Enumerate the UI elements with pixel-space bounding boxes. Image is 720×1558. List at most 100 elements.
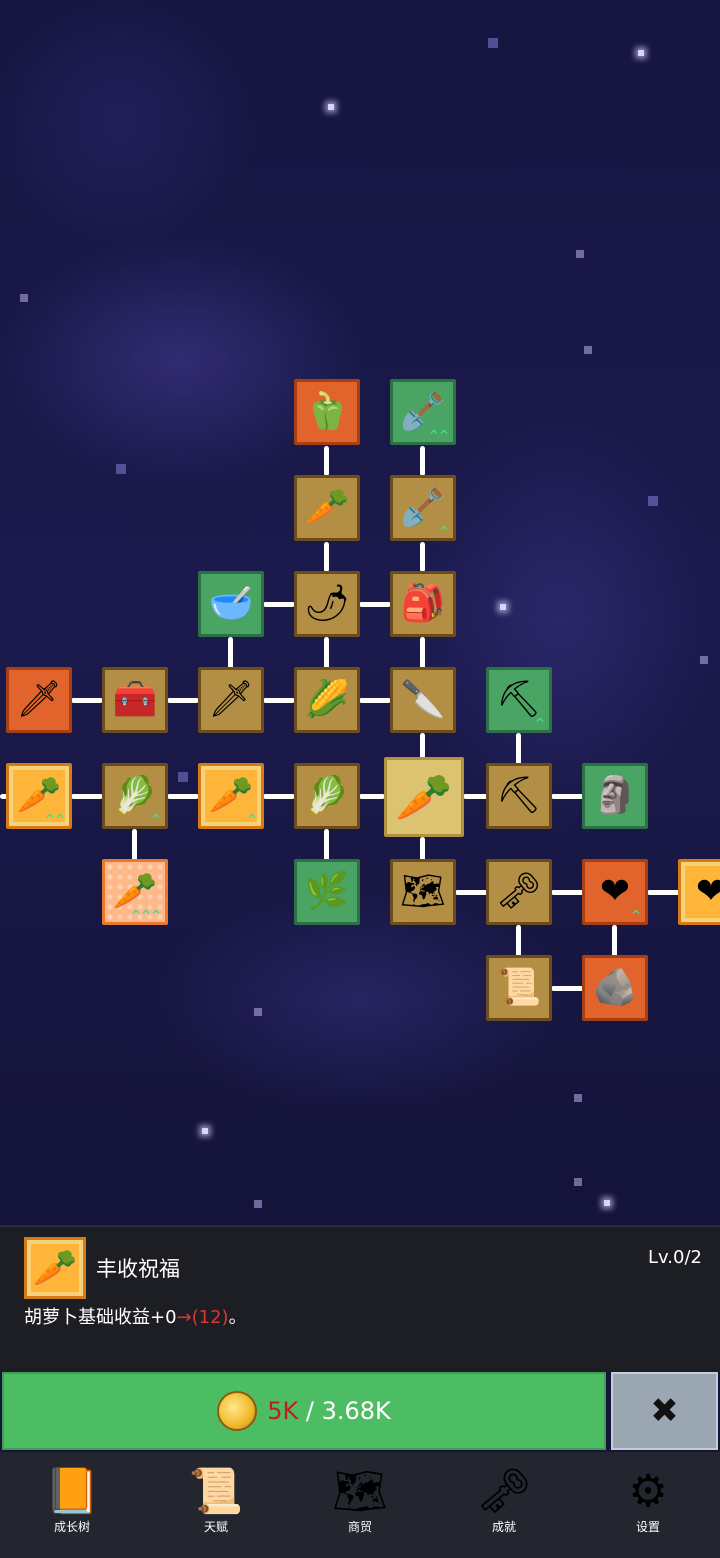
upgrade-arrow-icon: ^ bbox=[534, 716, 545, 730]
book-icon: 📙 bbox=[44, 1466, 100, 1517]
nav-label: 设置 bbox=[635, 1520, 660, 1534]
upgrade-arrow-icon: ^^ bbox=[44, 812, 65, 826]
skill-node-pepper[interactable]: 🫑 bbox=[294, 379, 360, 445]
skill-node-carrot[interactable]: 🥕 ^^^ bbox=[102, 859, 168, 925]
close-button[interactable]: ✖ bbox=[611, 1372, 718, 1450]
connector bbox=[167, 698, 199, 703]
connector bbox=[516, 925, 521, 957]
desc-suffix: 。 bbox=[228, 1307, 247, 1328]
desc-next-value: →(12) bbox=[176, 1307, 229, 1328]
skill-node-key[interactable]: 🗝 bbox=[486, 859, 552, 925]
nav-item-growth-tree[interactable]: 📙 成长树 bbox=[0, 1452, 144, 1558]
scroll-icon: 📜 bbox=[496, 967, 542, 1008]
skill-node-knife[interactable]: 🔪 bbox=[390, 667, 456, 733]
heart-icon: ❤ bbox=[599, 871, 631, 912]
connector bbox=[359, 602, 391, 607]
skill-node-pickaxe[interactable]: ⛏ bbox=[486, 763, 552, 829]
nav-item-achievements[interactable]: 🗝 成就 bbox=[432, 1452, 576, 1558]
connector bbox=[71, 698, 103, 703]
skill-node-radish[interactable]: 🥕 bbox=[294, 475, 360, 541]
coin-balance: 3.68K bbox=[321, 1397, 391, 1425]
sword-icon: 🗡 bbox=[208, 679, 254, 720]
star bbox=[488, 38, 498, 48]
star bbox=[576, 250, 584, 258]
connector bbox=[612, 925, 617, 957]
heart-icon: ❤ bbox=[695, 871, 720, 912]
key-icon: 🗝 bbox=[496, 871, 542, 912]
nav-label: 天赋 bbox=[203, 1520, 228, 1534]
gear-icon: ⚙ bbox=[628, 1466, 668, 1517]
connector bbox=[228, 637, 233, 669]
connector bbox=[359, 794, 385, 799]
skill-node-pickaxe[interactable]: ⛏ ^ bbox=[486, 667, 552, 733]
root-icon: 🌿 bbox=[304, 871, 350, 912]
skill-node-backpack[interactable]: 🎒 bbox=[390, 571, 456, 637]
skill-node-sword[interactable]: 🗡 bbox=[6, 667, 72, 733]
connector bbox=[420, 637, 425, 669]
connector bbox=[71, 794, 103, 799]
map-icon: 🗺 bbox=[332, 1466, 388, 1517]
skill-node-carrot[interactable]: 🥕 ^^ bbox=[6, 763, 72, 829]
skill-node-carrot[interactable]: 🥕 ^ bbox=[198, 763, 264, 829]
upgrade-arrow-icon: ^^ bbox=[428, 428, 449, 442]
key-icon: 🗝 bbox=[476, 1466, 532, 1517]
skill-node-bowl[interactable]: 🥣 bbox=[198, 571, 264, 637]
connector bbox=[455, 890, 489, 895]
sword-icon: 🗡 bbox=[16, 679, 62, 720]
skill-node-scroll[interactable]: 📜 bbox=[486, 955, 552, 1021]
skill-node-corn[interactable]: 🌽 bbox=[294, 667, 360, 733]
skill-node-chest[interactable]: 🧰 bbox=[102, 667, 168, 733]
upgrade-cost: 5K bbox=[267, 1397, 299, 1425]
upgrade-button[interactable]: 5K / 3.68K bbox=[2, 1372, 606, 1450]
star bbox=[178, 772, 188, 782]
upgrade-arrow-icon: ^ bbox=[246, 812, 257, 826]
nav-item-trade[interactable]: 🗺 商贸 bbox=[288, 1452, 432, 1558]
cost-separator: / bbox=[298, 1397, 322, 1425]
starfield-background bbox=[0, 0, 720, 1225]
skill-node-chili[interactable]: 🌶 bbox=[294, 571, 360, 637]
nav-item-settings[interactable]: ⚙ 设置 bbox=[576, 1452, 720, 1558]
skill-node-heart[interactable]: ❤ ^ bbox=[582, 859, 648, 925]
skill-node-shovel[interactable]: 🪏 ^ bbox=[390, 475, 456, 541]
rock-icon: 🪨 bbox=[592, 967, 638, 1008]
skill-node-heart[interactable]: ❤ bbox=[678, 859, 720, 925]
connector bbox=[263, 698, 295, 703]
shovel-icon: 🪏 bbox=[400, 391, 446, 432]
skill-node-carrot[interactable]: 🥕 bbox=[384, 757, 464, 837]
shovel-icon: 🪏 bbox=[400, 487, 446, 528]
nav-label: 商贸 bbox=[347, 1520, 372, 1534]
star bbox=[202, 1128, 208, 1134]
connector bbox=[420, 542, 425, 572]
star bbox=[574, 1094, 582, 1102]
cabbage-icon: 🥬 bbox=[304, 775, 350, 816]
backpack-icon: 🎒 bbox=[400, 583, 446, 624]
connector bbox=[263, 602, 295, 607]
star bbox=[328, 104, 334, 110]
star bbox=[20, 294, 28, 302]
nav-item-talent[interactable]: 📜 天赋 bbox=[144, 1452, 288, 1558]
coin-icon bbox=[217, 1391, 258, 1431]
skill-node-rock[interactable]: 🪨 bbox=[582, 955, 648, 1021]
upgrade-arrow-icon: ^^^ bbox=[130, 908, 161, 922]
connector bbox=[420, 733, 425, 759]
skill-detail-panel: 🥕 丰收祝福 Lv.0/2 胡萝卜基础收益+0→(12)。 bbox=[0, 1225, 720, 1372]
scroll-icon: 📜 bbox=[188, 1466, 244, 1517]
skill-node-map[interactable]: 🗺 bbox=[390, 859, 456, 925]
skill-node-sword[interactable]: 🗡 bbox=[198, 667, 264, 733]
nav-label: 成就 bbox=[491, 1520, 516, 1534]
upgrade-cost-text: 5K / 3.68K bbox=[267, 1397, 391, 1425]
star bbox=[700, 656, 708, 664]
star bbox=[254, 1200, 262, 1208]
skill-node-cabbage[interactable]: 🥬 ^ bbox=[102, 763, 168, 829]
connector bbox=[132, 829, 137, 861]
desc-text: 胡萝卜基础收益+0 bbox=[24, 1307, 177, 1328]
nav-label: 成长树 bbox=[53, 1520, 90, 1534]
map-icon: 🗺 bbox=[400, 871, 446, 912]
chest-icon: 🧰 bbox=[112, 679, 158, 720]
skill-node-root[interactable]: 🌿 bbox=[294, 859, 360, 925]
skill-node-shovel[interactable]: 🪏 ^^ bbox=[390, 379, 456, 445]
skill-node-statue[interactable]: 🗿 bbox=[582, 763, 648, 829]
bottom-nav: 📙 成长树 📜 天赋 🗺 商贸 🗝 成就 ⚙ 设置 bbox=[0, 1452, 720, 1558]
skill-node-cabbage[interactable]: 🥬 bbox=[294, 763, 360, 829]
pepper-icon: 🫑 bbox=[304, 391, 350, 432]
